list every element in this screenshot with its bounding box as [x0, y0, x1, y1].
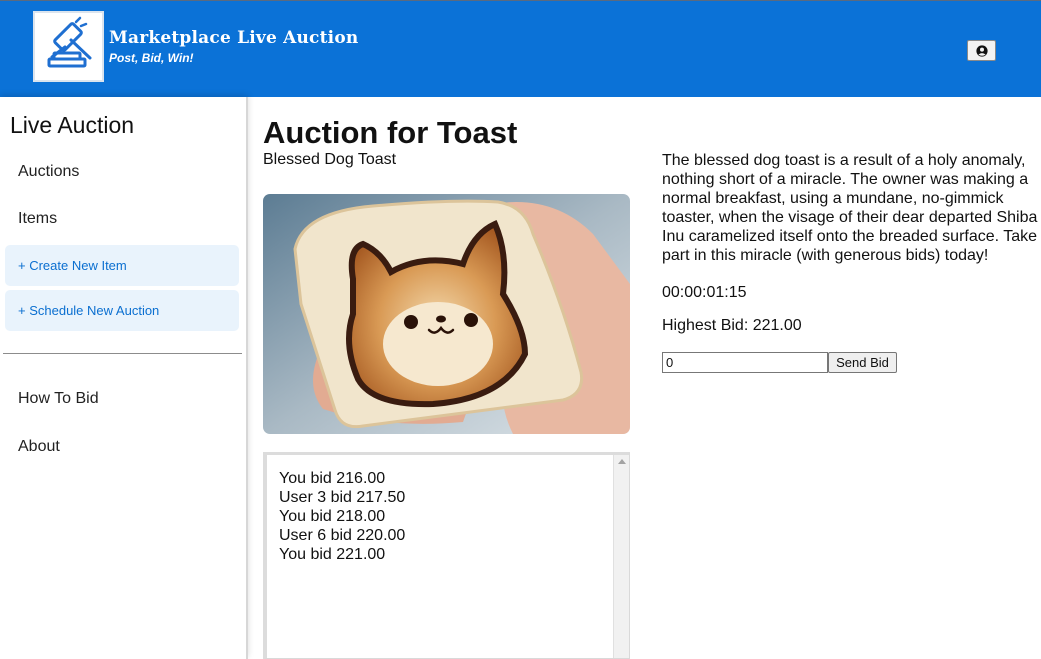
app-header: Marketplace Live Auction Post, Bid, Win! [0, 0, 1041, 97]
brand-tagline: Post, Bid, Win! [109, 51, 194, 65]
item-name: Blessed Dog Toast [263, 151, 397, 168]
bid-history-entry: You bid 216.00 [279, 470, 386, 487]
create-new-item-button[interactable]: + Create New Item [5, 245, 239, 286]
item-description: The blessed dog toast is a result of a h… [662, 152, 1038, 264]
send-bid-button[interactable]: Send Bid [828, 352, 897, 373]
item-photo [263, 194, 630, 434]
sidebar-title: Live Auction [10, 112, 135, 138]
countdown-timer: 00:00:01:15 [662, 284, 747, 301]
sidebar-divider [3, 353, 242, 354]
highest-bid: Highest Bid: 221.00 [662, 317, 802, 334]
bid-log-scrollbar[interactable] [613, 455, 629, 658]
sidebar-item-how-to-bid[interactable]: How To Bid [18, 390, 99, 408]
sidebar: Live Auction Auctions Items + Create New… [0, 97, 248, 659]
schedule-new-auction-button[interactable]: + Schedule New Auction [5, 290, 239, 331]
account-button[interactable] [967, 40, 996, 61]
bid-history-log[interactable]: You bid 216.00 User 3 bid 217.50 You bid… [263, 452, 630, 659]
sidebar-item-about[interactable]: About [18, 438, 60, 456]
scroll-up-icon[interactable] [618, 459, 626, 464]
bid-history-entry: You bid 218.00 [279, 508, 386, 525]
bid-history-entry: User 6 bid 220.00 [279, 527, 406, 544]
bid-amount-input[interactable] [662, 352, 828, 373]
bid-history-entry: User 3 bid 217.50 [279, 489, 406, 506]
gavel-icon [47, 16, 92, 68]
brand-title: Marketplace Live Auction [109, 28, 359, 48]
bid-history-entry: You bid 221.00 [279, 546, 386, 563]
bid-history-list: You bid 216.00 User 3 bid 217.50 You bid… [279, 469, 405, 564]
logo[interactable] [33, 11, 104, 82]
page-title: Auction for Toast [263, 115, 518, 150]
sidebar-item-items[interactable]: Items [18, 210, 57, 228]
user-circle-icon [975, 44, 988, 57]
sidebar-item-auctions[interactable]: Auctions [18, 163, 79, 181]
